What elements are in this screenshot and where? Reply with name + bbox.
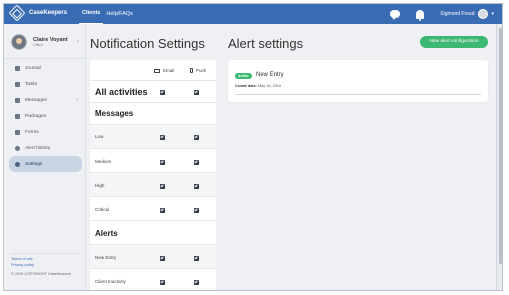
email-column-label: Email [163, 68, 175, 73]
brand-logo[interactable]: CaseKeepers [8, 4, 68, 22]
low-email-checkbox[interactable] [160, 135, 165, 140]
divider [235, 94, 481, 95]
journal-icon [15, 65, 20, 71]
push-column-label: Push [196, 68, 207, 73]
sidebar-menu: Journal Tasks Messages › Packages Forms [9, 60, 82, 172]
all-activities-email-checkbox[interactable] [160, 90, 165, 95]
avatar [11, 34, 27, 50]
sidebar-item-label: Packages [25, 113, 47, 119]
all-activities-label: All activities [95, 87, 148, 97]
alert-history-icon [15, 145, 20, 151]
table-row: Critical [90, 196, 216, 220]
main-nav: Clients Help/FAQs [79, 4, 136, 24]
sidebar-footer: Terms of use Privacy policy © 2019 COPYR… [11, 256, 71, 276]
nav-help-faqs[interactable]: Help/FAQs [103, 4, 136, 24]
row-label: Client Inactivity [95, 279, 126, 284]
medium-email-checkbox[interactable] [160, 160, 165, 165]
top-navbar: CaseKeepers Clients Help/FAQs Sigmund Fr… [4, 4, 502, 24]
app-window: CaseKeepers Clients Help/FAQs Sigmund Fr… [3, 3, 503, 291]
low-push-checkbox[interactable] [194, 135, 199, 140]
page-scrollbar[interactable] [496, 24, 502, 290]
alerts-heading: Alerts [95, 229, 118, 238]
chevron-right-icon[interactable]: › [77, 39, 79, 45]
nav-clients[interactable]: Clients [79, 4, 104, 24]
new-alert-configuration-button[interactable]: New alert configuration [420, 36, 488, 48]
alert-card[interactable]: Active New Entry Create date: May 16, 20… [228, 60, 488, 102]
copyright-text: © 2019 COPYRIGHT CaseKeepers [11, 272, 71, 276]
client-inactivity-email-checkbox[interactable] [160, 280, 165, 285]
email-column-header: Email [154, 68, 174, 73]
scrollbar-thumb[interactable] [499, 28, 502, 264]
sidebar-item-label: Forms [25, 129, 39, 135]
sidebar-item-settings[interactable]: Settings [9, 156, 82, 172]
chevron-right-icon: › [76, 97, 78, 103]
table-header: Email Push [90, 60, 216, 80]
sidebar-item-tasks[interactable]: Tasks [9, 76, 82, 92]
sidebar: Claire Voyant Client › Journal Tasks Mes… [4, 24, 86, 290]
forms-icon [15, 129, 20, 135]
notification-settings-title: Notification Settings [90, 36, 205, 51]
top-right-actions: Sigmund Freud ▾ [390, 4, 494, 24]
section-header: Messages [90, 102, 216, 124]
medium-push-checkbox[interactable] [194, 160, 199, 165]
table-row: New Entry [90, 244, 216, 268]
critical-email-checkbox[interactable] [160, 208, 165, 213]
notification-settings-panel: Email Push All activities Messages Low M… [90, 60, 216, 290]
sidebar-item-forms[interactable]: Forms [9, 124, 82, 140]
high-email-checkbox[interactable] [160, 184, 165, 189]
table-row: Client Inactivity [90, 268, 216, 290]
status-badge: Active [235, 73, 252, 79]
create-date-label: Create date: [235, 84, 257, 88]
row-label: Critical [95, 207, 110, 212]
divider [11, 253, 81, 254]
user-name[interactable]: Sigmund Freud [440, 11, 474, 17]
row-label: High [95, 183, 105, 188]
create-date-value: May 16, 2019 [258, 84, 282, 88]
table-row: Low [90, 124, 216, 148]
client-profile[interactable]: Claire Voyant Client › [11, 34, 79, 50]
user-avatar[interactable] [478, 9, 489, 19]
tasks-icon [15, 81, 20, 87]
phone-icon [190, 68, 193, 73]
sidebar-item-label: Tasks [25, 81, 38, 87]
bell-icon[interactable] [416, 9, 425, 21]
alert-create-date: Create date: May 16, 2019 [235, 84, 281, 88]
sidebar-item-label: Settings [25, 161, 43, 167]
sidebar-item-label: Messages [25, 97, 47, 103]
sidebar-item-journal[interactable]: Journal [9, 60, 82, 76]
divider [4, 58, 86, 59]
section-header: Alerts [90, 220, 216, 244]
profile-role: Client [33, 43, 43, 47]
row-label: Medium [95, 159, 112, 164]
alert-settings-title: Alert settings [228, 36, 304, 51]
client-inactivity-push-checkbox[interactable] [194, 280, 199, 285]
sidebar-item-alert-history[interactable]: Alert history [9, 140, 82, 156]
chevron-down-icon[interactable]: ▾ [491, 11, 494, 17]
packages-icon [15, 113, 20, 119]
push-column-header: Push [190, 68, 206, 73]
chat-icon[interactable] [390, 10, 401, 20]
alert-name: New Entry [256, 72, 284, 78]
high-push-checkbox[interactable] [194, 184, 199, 189]
new-entry-email-checkbox[interactable] [160, 256, 165, 261]
sidebar-item-messages[interactable]: Messages › [9, 92, 82, 108]
sidebar-item-packages[interactable]: Packages [9, 108, 82, 124]
table-row: Medium [90, 148, 216, 172]
sidebar-item-label: Journal [25, 65, 41, 71]
privacy-link[interactable]: Privacy policy [11, 262, 71, 268]
row-label: New Entry [95, 255, 117, 260]
new-entry-push-checkbox[interactable] [194, 256, 199, 261]
critical-push-checkbox[interactable] [194, 208, 199, 213]
messages-icon [15, 97, 20, 103]
sidebar-item-label: Alert history [25, 145, 51, 151]
mail-icon [154, 68, 160, 73]
brand-name: CaseKeepers [29, 10, 68, 16]
table-row: All activities [90, 80, 216, 102]
row-label: Low [95, 134, 104, 139]
casekeepers-logo-icon [8, 4, 26, 22]
table-row: High [90, 172, 216, 196]
settings-icon [15, 161, 20, 167]
messages-heading: Messages [95, 109, 134, 118]
all-activities-push-checkbox[interactable] [194, 90, 199, 95]
